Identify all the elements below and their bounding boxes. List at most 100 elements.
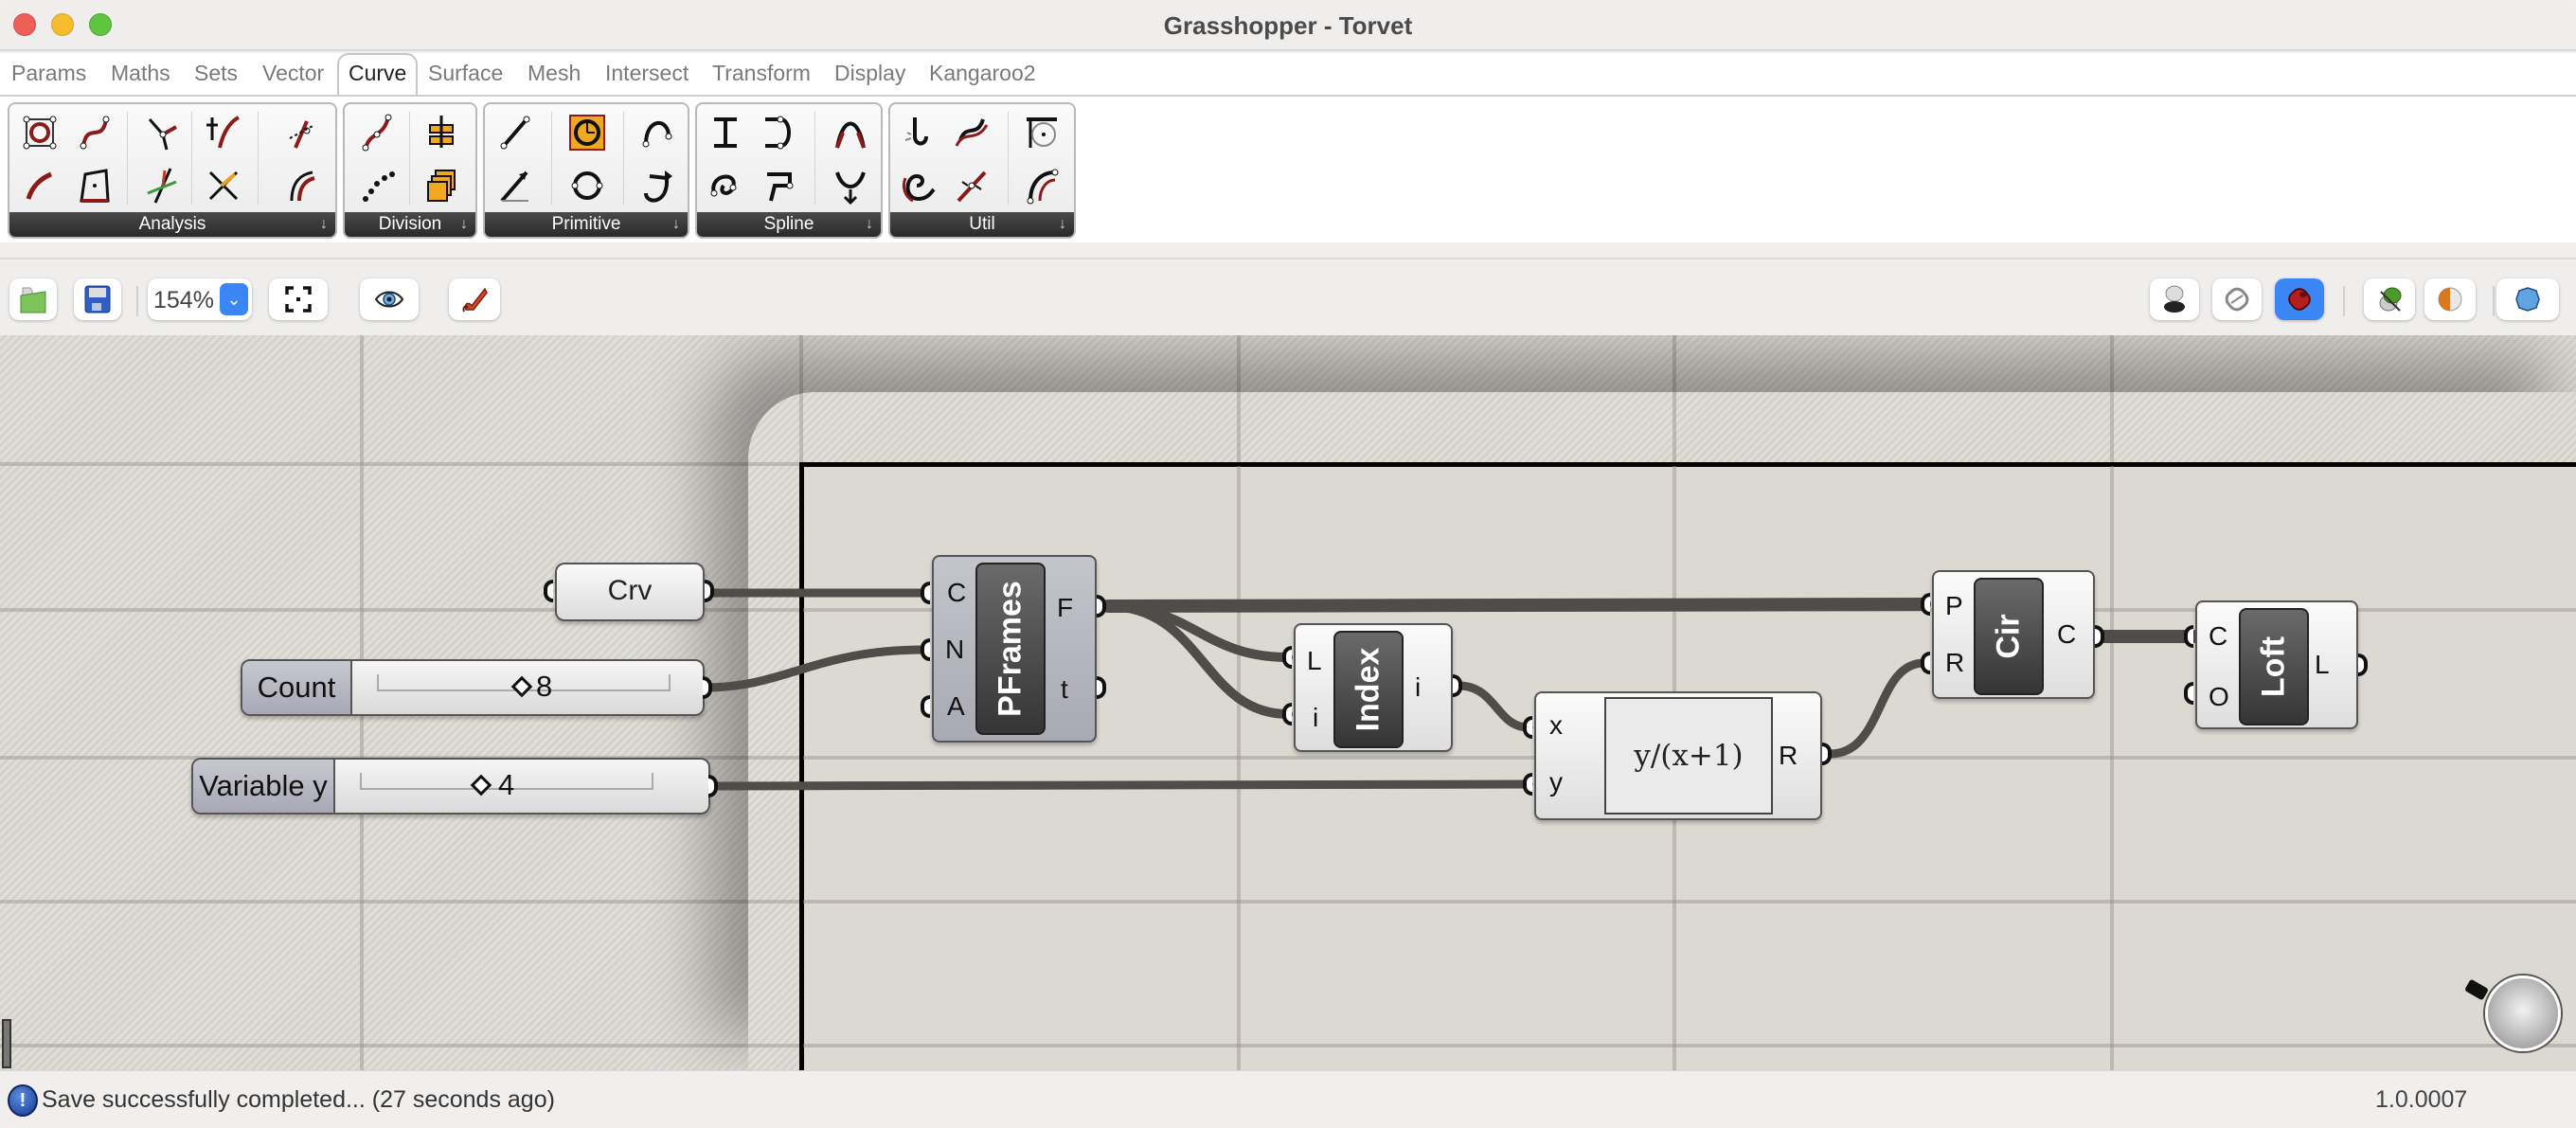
line-sdl-icon[interactable]: [494, 165, 536, 206]
perp-frame-icon[interactable]: [142, 165, 184, 206]
panel-label-primitive[interactable]: Primitive ↓: [485, 212, 688, 237]
input-grip[interactable]: [1282, 703, 1292, 725]
panel-label-spline[interactable]: Spline ↓: [697, 212, 881, 237]
interpolate-icon[interactable]: [705, 165, 746, 206]
tab-vector[interactable]: Vector: [262, 61, 324, 86]
input-grip[interactable]: [1282, 646, 1292, 669]
control-points-icon[interactable]: [19, 112, 61, 153]
input-grip[interactable]: [1921, 652, 1930, 674]
input-grip[interactable]: [921, 695, 930, 718]
navigation-compass-icon[interactable]: [2485, 976, 2561, 1051]
nurbs-curve-icon[interactable]: [830, 112, 871, 153]
circle-icon[interactable]: [566, 165, 608, 206]
tangent-curve-icon[interactable]: [830, 165, 871, 206]
component-pframes[interactable]: C N A PFrames F t: [932, 555, 1097, 743]
circle-cnr-icon[interactable]: [566, 112, 608, 153]
expand-arrow-icon[interactable]: ↓: [866, 212, 873, 237]
wire-expr-to-cir-r[interactable]: [1825, 658, 1929, 759]
canvas-scroll-handle[interactable]: [2, 1019, 11, 1068]
preview-mesh-quality-button[interactable]: [2496, 278, 2559, 320]
wire-pframes-f-to-cir-p[interactable]: [1101, 598, 1931, 613]
wire-count-to-pframes-n[interactable]: [700, 645, 929, 692]
component-index[interactable]: L i Index i: [1294, 623, 1453, 752]
sketch-button[interactable]: [449, 278, 500, 320]
wire-pframes-f-to-index-i[interactable]: [1103, 601, 1293, 719]
chevron-down-icon[interactable]: ⌄: [220, 283, 248, 315]
param-crv[interactable]: Crv: [555, 563, 705, 621]
slider-variable-y[interactable]: Variable y 4: [191, 758, 710, 815]
curve-ends-icon[interactable]: [74, 112, 116, 153]
wire-vary-to-expr-y[interactable]: [709, 779, 1533, 791]
extend-curve-icon[interactable]: [1021, 165, 1063, 206]
curve-length-icon[interactable]: [19, 165, 61, 206]
shaded-preview-button[interactable]: [2275, 278, 2324, 320]
contour-ex-icon[interactable]: [420, 165, 462, 206]
divide-distance-icon[interactable]: [356, 165, 398, 206]
selected-only-preview-button[interactable]: [2364, 278, 2415, 320]
input-grip[interactable]: [544, 580, 553, 602]
fillet-icon[interactable]: [898, 112, 939, 153]
save-file-button[interactable]: [74, 278, 121, 320]
project-curve-icon[interactable]: [898, 165, 939, 206]
mesh-quality-icon: [2515, 287, 2540, 312]
tab-params[interactable]: Params: [11, 61, 86, 86]
arc-icon[interactable]: [636, 112, 678, 153]
preview-toggle-button[interactable]: [360, 278, 419, 320]
input-grip[interactable]: [921, 582, 930, 604]
tab-curve[interactable]: Curve: [337, 53, 419, 97]
bezier-span-icon[interactable]: [705, 112, 746, 153]
tab-sets[interactable]: Sets: [194, 61, 238, 86]
tab-mesh[interactable]: Mesh: [528, 61, 581, 86]
input-grip[interactable]: [2184, 682, 2193, 705]
curve-side-icon[interactable]: [280, 165, 322, 206]
offset-curve-icon[interactable]: [951, 112, 993, 153]
curve-curvature-icon[interactable]: [203, 112, 244, 153]
wire-index-to-expr-x[interactable]: [1454, 681, 1533, 732]
divide-curve-icon[interactable]: [356, 112, 398, 153]
tab-maths[interactable]: Maths: [111, 61, 170, 86]
expand-arrow-icon[interactable]: ↓: [1059, 212, 1066, 237]
panel-label-util[interactable]: Util ↓: [890, 212, 1074, 237]
input-grip[interactable]: [921, 638, 930, 661]
expression-text[interactable]: y/(x+1): [1604, 697, 1773, 815]
wireframe-icon: [2225, 287, 2249, 312]
expand-arrow-icon[interactable]: ↓: [460, 212, 468, 237]
input-grip[interactable]: [1921, 593, 1930, 616]
open-file-button[interactable]: [9, 278, 57, 320]
preview-material-button[interactable]: [2424, 278, 2476, 320]
tab-kangaroo2[interactable]: Kangaroo2: [929, 61, 1036, 86]
zoom-extents-button[interactable]: [269, 278, 328, 320]
tab-surface[interactable]: Surface: [428, 61, 503, 86]
curve-closest-point-icon[interactable]: [142, 112, 184, 153]
fillet-distance-icon[interactable]: [1021, 112, 1063, 153]
slider-count[interactable]: Count 8: [241, 659, 705, 716]
panel-label-division[interactable]: Division ↓: [345, 212, 475, 237]
status-message: Save successfully completed... (27 secon…: [42, 1086, 555, 1113]
no-preview-button[interactable]: [2150, 278, 2199, 320]
grasshopper-canvas[interactable]: Crv Count 8 Variable y 4 C N A PFrames F…: [0, 335, 2576, 1070]
loft-name: Loft: [2239, 608, 2309, 725]
curve-frames-icon[interactable]: [203, 165, 244, 206]
expand-arrow-icon[interactable]: ↓: [672, 212, 680, 237]
expand-arrow-icon[interactable]: ↓: [320, 212, 328, 237]
explode-curve-icon[interactable]: [951, 165, 993, 206]
line-icon[interactable]: [494, 112, 536, 153]
polygon-center-icon[interactable]: [74, 165, 116, 206]
input-grip[interactable]: [1523, 716, 1532, 739]
wireframe-preview-button[interactable]: [2212, 278, 2262, 320]
curve-deviation-icon[interactable]: [280, 112, 322, 153]
zoom-level-select[interactable]: 154% ⌄: [148, 278, 252, 320]
contour-icon[interactable]: [420, 112, 462, 153]
tab-intersect[interactable]: Intersect: [605, 61, 689, 86]
input-grip[interactable]: [1523, 773, 1532, 796]
tab-display[interactable]: Display: [834, 61, 905, 86]
info-icon[interactable]: !: [8, 1084, 38, 1117]
blend-curve-icon[interactable]: [758, 112, 799, 153]
panel-label-analysis[interactable]: Analysis ↓: [9, 212, 335, 237]
polyline-icon[interactable]: [758, 165, 799, 206]
input-grip[interactable]: [2184, 625, 2193, 648]
tab-transform[interactable]: Transform: [712, 61, 811, 86]
component-loft[interactable]: C O Loft L: [2195, 600, 2358, 729]
arc-sed-icon[interactable]: [636, 165, 678, 206]
component-circle[interactable]: P R Cir C: [1932, 570, 2095, 699]
